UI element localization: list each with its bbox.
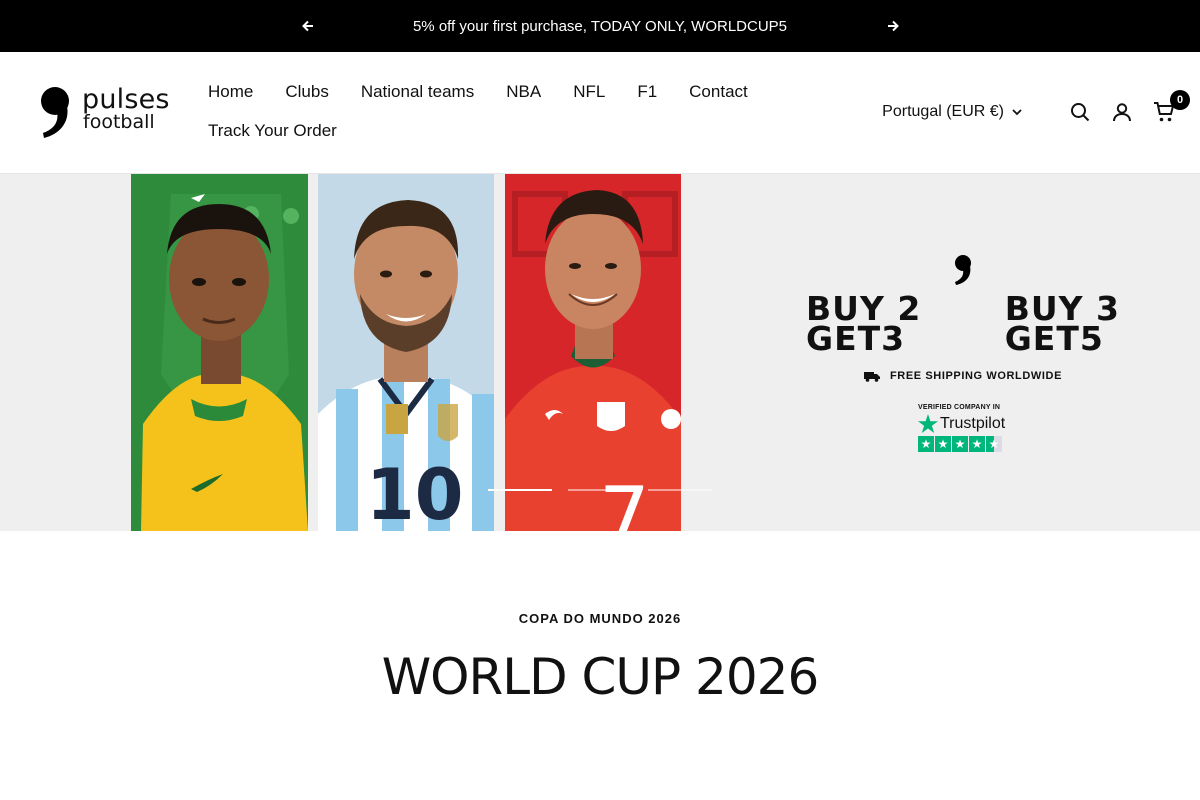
nav-clubs[interactable]: Clubs — [285, 82, 328, 102]
cart-icon[interactable]: 0 — [1152, 90, 1190, 124]
verified-company-label: VERIFIED COMPANY IN — [918, 404, 1001, 411]
promo-block: BUY 2 GET3 BUY 3 GET5 FREE SHIPPING WORL… — [806, 254, 1120, 452]
brand-subname: football — [83, 111, 155, 133]
argentina-player-panel: 10 — [318, 174, 494, 531]
nav-track-order[interactable]: Track Your Order — [208, 121, 337, 141]
offer-get3-line: GET3 — [806, 319, 906, 358]
site-header: pulses football Home Clubs National team… — [0, 52, 1200, 174]
half-star-icon: ★ — [986, 436, 1002, 452]
free-shipping-note: FREE SHIPPING WORLDWIDE — [806, 370, 1120, 382]
slide-dot-3[interactable] — [648, 489, 712, 491]
section-subtitle: COPA DO MUNDO 2026 — [518, 611, 682, 626]
argentina-jersey-number: 10 — [366, 454, 463, 531]
slideshow-pagination — [488, 489, 728, 491]
portugal-player-panel: 7 — [505, 174, 681, 531]
portugal-jersey-number: 7 — [599, 470, 650, 531]
offer-buy2-get3: BUY 2 GET3 — [806, 292, 921, 358]
offer-buy3-get5: BUY 3 GET5 — [1004, 292, 1120, 358]
header-tools: Portugal (EUR €) 0 — [882, 90, 1190, 132]
nav-f1[interactable]: F1 — [637, 82, 657, 102]
truck-icon — [863, 371, 880, 382]
nav-contact[interactable]: Contact — [689, 82, 748, 102]
nav-nfl[interactable]: NFL — [573, 82, 605, 102]
locale-label: Portugal (EUR €) — [882, 103, 1004, 120]
nav-national-teams[interactable]: National teams — [361, 82, 474, 102]
offer-get5-line: GET5 — [1004, 319, 1104, 358]
trustpilot-star-icon — [918, 414, 938, 433]
announcement-text[interactable]: 5% off your first purchase, TODAY ONLY, … — [413, 18, 787, 35]
comma-logo-icon — [955, 255, 971, 285]
account-icon[interactable] — [1110, 100, 1134, 124]
star-icon: ★ — [935, 436, 951, 452]
nav-home[interactable]: Home — [208, 82, 253, 102]
free-shipping-text: FREE SHIPPING WORLDWIDE — [889, 370, 1063, 382]
star-icon: ★ — [918, 436, 934, 452]
nav-nba[interactable]: NBA — [506, 82, 541, 102]
brazil-player-panel — [131, 174, 308, 531]
locale-selector[interactable]: Portugal (EUR €) — [882, 103, 1022, 121]
trustpilot-badge: VERIFIED COMPANY IN Trustpilot ★ ★ ★ ★ ★ — [918, 404, 1008, 452]
cart-count-badge: 0 — [1170, 90, 1190, 110]
chevron-down-icon — [1012, 108, 1022, 115]
hero-slideshow[interactable]: 10 7 BUY 2 GET3 BUY 3 GET5 FREE SHIPPING… — [0, 174, 1200, 531]
star-icon: ★ — [969, 436, 985, 452]
brand-logo[interactable]: pulses football — [40, 86, 170, 140]
slide-dot-2[interactable] — [568, 489, 632, 491]
arrow-left-icon[interactable] — [298, 16, 318, 36]
trustpilot-name: Trustpilot — [940, 414, 1006, 432]
star-icon: ★ — [952, 436, 968, 452]
trustpilot-stars: ★ ★ ★ ★ ★ — [918, 436, 1008, 452]
slide-dot-1[interactable] — [488, 489, 552, 491]
announcement-bar: 5% off your first purchase, TODAY ONLY, … — [0, 0, 1200, 52]
arrow-right-icon[interactable] — [883, 16, 903, 36]
section-title: WORLD CUP 2026 — [381, 648, 820, 706]
search-icon[interactable] — [1068, 100, 1092, 124]
brand-name: pulses — [82, 84, 170, 115]
main-nav: Home Clubs National teams NBA NFL F1 Con… — [208, 80, 768, 143]
comma-logo-icon — [41, 87, 69, 138]
